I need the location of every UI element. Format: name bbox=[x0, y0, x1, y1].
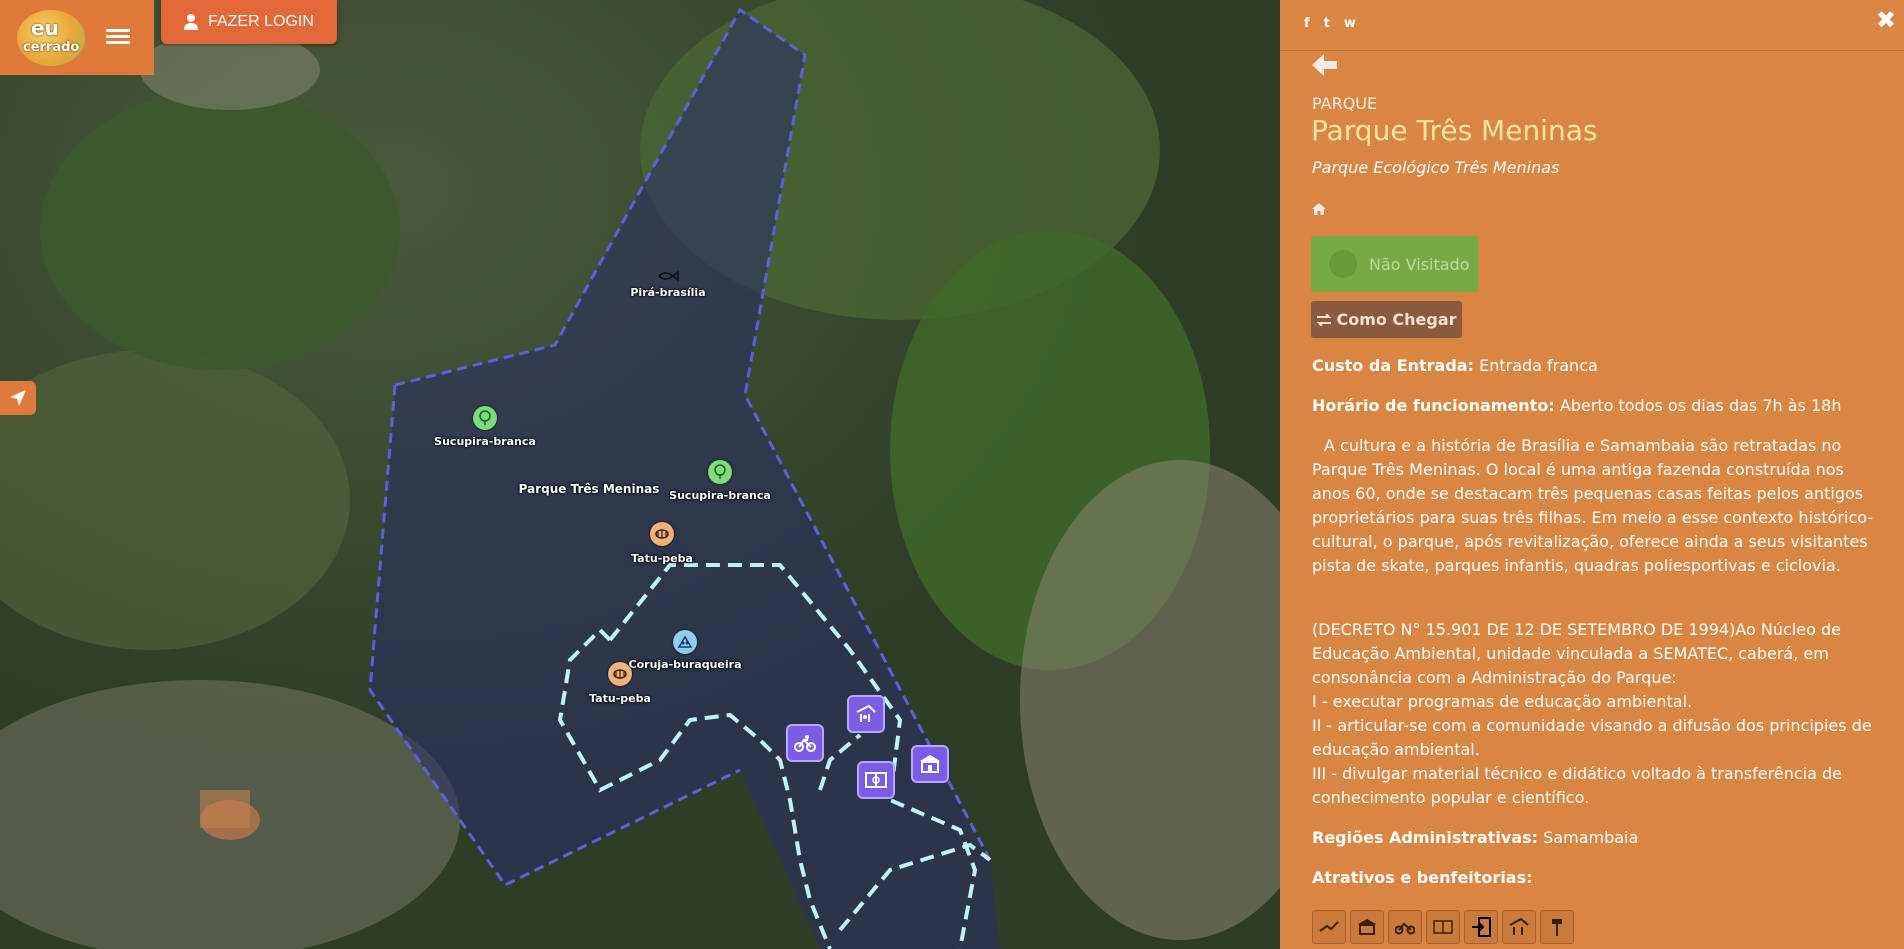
map-label-sucupira-1: Sucupira-branca bbox=[434, 435, 536, 448]
twitter-icon[interactable]: t bbox=[1324, 16, 1330, 31]
page-title: Parque Três Meninas bbox=[1311, 114, 1598, 147]
entry-cost: Custo da Entrada: Entrada franca bbox=[1312, 354, 1877, 378]
bike-icon[interactable] bbox=[786, 724, 824, 762]
directions-label: Como Chegar bbox=[1336, 310, 1457, 329]
logo-area: eu cerrado bbox=[0, 0, 154, 75]
entry-cost-label: Custo da Entrada: bbox=[1312, 356, 1474, 375]
armadillo-icon[interactable] bbox=[608, 662, 632, 686]
attractions-list bbox=[1312, 910, 1574, 944]
place-category: PARQUE bbox=[1312, 94, 1378, 113]
park-description: A cultura e a história de Brasília e Sam… bbox=[1312, 436, 1874, 575]
user-icon bbox=[184, 14, 199, 30]
satellite-imagery bbox=[0, 0, 1280, 949]
attractions-heading: Atrativos e benfeitorias: bbox=[1312, 866, 1877, 890]
fitness-icon[interactable] bbox=[1540, 910, 1574, 944]
login-label: FAZER LOGIN bbox=[208, 13, 314, 30]
hamburger-icon[interactable] bbox=[106, 26, 130, 48]
admin-regions: Regiões Administrativas: Samambaia bbox=[1312, 826, 1877, 850]
map-label-tatu-2: Tatu-peba bbox=[589, 692, 651, 705]
page-subtitle: Parque Ecológico Três Meninas bbox=[1312, 158, 1560, 177]
visited-label: Não Visitado bbox=[1369, 254, 1470, 274]
close-icon[interactable]: ✖ bbox=[1876, 6, 1896, 34]
fish-icon[interactable] bbox=[656, 264, 680, 288]
entrance-icon[interactable] bbox=[1464, 910, 1498, 944]
owl-icon[interactable] bbox=[673, 630, 697, 654]
login-button[interactable]: FAZER LOGIN bbox=[161, 0, 337, 44]
playground-icon[interactable] bbox=[1502, 910, 1536, 944]
map-label-tatu-1: Tatu-peba bbox=[631, 552, 693, 565]
directions-button[interactable]: Como Chegar bbox=[1311, 301, 1462, 338]
visited-toggle-button[interactable]: Não Visitado bbox=[1311, 236, 1478, 292]
detail-panel: f t w ✖ PARQUE Parque Três Meninas Parqu… bbox=[1280, 0, 1904, 949]
locate-button[interactable] bbox=[0, 381, 36, 415]
museum-icon[interactable] bbox=[911, 745, 949, 783]
museum-icon[interactable] bbox=[1350, 910, 1384, 944]
admin-regions-value: Samambaia bbox=[1538, 828, 1639, 847]
tree-icon[interactable] bbox=[473, 406, 497, 430]
eu-cerrado-logo[interactable]: eu cerrado bbox=[17, 10, 85, 66]
decree-line: (DECRETO N° 15.901 DE 12 DE SETEMBRO DE … bbox=[1312, 620, 1841, 687]
decree-line: I - executar programas de educação ambie… bbox=[1312, 692, 1693, 711]
location-arrow-icon bbox=[10, 390, 26, 406]
tree-icon[interactable] bbox=[708, 460, 732, 484]
decree-line: II - articular-se com a comunidade visan… bbox=[1312, 716, 1872, 759]
opening-hours-label: Horário de funcionamento: bbox=[1312, 396, 1555, 415]
logo-text-eu: eu bbox=[31, 16, 59, 40]
bike-icon[interactable] bbox=[1388, 910, 1422, 944]
map-label-park: Parque Três Meninas bbox=[518, 482, 660, 496]
divider bbox=[1280, 50, 1904, 51]
entry-cost-value: Entrada franca bbox=[1474, 356, 1598, 375]
armadillo-icon[interactable] bbox=[650, 522, 674, 546]
court-icon[interactable] bbox=[857, 761, 895, 799]
opening-hours: Horário de funcionamento: Aberto todos o… bbox=[1312, 394, 1877, 418]
opening-hours-value: Aberto todos os dias das 7h às 18h bbox=[1554, 396, 1842, 415]
map-view[interactable]: Pirá-brasília Sucupira-branca Parque Trê… bbox=[0, 0, 1280, 949]
facebook-icon[interactable]: f bbox=[1304, 16, 1310, 31]
attractions-label: Atrativos e benfeitorias: bbox=[1312, 868, 1533, 887]
share-bar: f t w bbox=[1304, 16, 1356, 31]
arrow-left-icon[interactable] bbox=[1310, 52, 1338, 82]
court-icon[interactable] bbox=[1426, 910, 1460, 944]
whatsapp-icon[interactable]: w bbox=[1344, 16, 1356, 31]
exchange-icon bbox=[1317, 313, 1332, 326]
decree-text: (DECRETO N° 15.901 DE 12 DE SETEMBRO DE … bbox=[1312, 618, 1882, 810]
toggle-indicator bbox=[1329, 250, 1357, 278]
map-label-sucupira-2: Sucupira-branca bbox=[669, 489, 771, 502]
logo-text-cerrado: cerrado bbox=[23, 40, 80, 55]
map-label-pira: Pirá-brasília bbox=[630, 286, 706, 299]
decree-line: III - divulgar material técnico e didáti… bbox=[1312, 764, 1842, 807]
admin-regions-label: Regiões Administrativas: bbox=[1312, 828, 1539, 847]
skate-icon[interactable] bbox=[1312, 910, 1346, 944]
home-icon[interactable] bbox=[1312, 200, 1326, 219]
map-label-coruja: Coruja-buraqueira bbox=[628, 658, 742, 671]
playground-icon[interactable] bbox=[847, 695, 885, 733]
